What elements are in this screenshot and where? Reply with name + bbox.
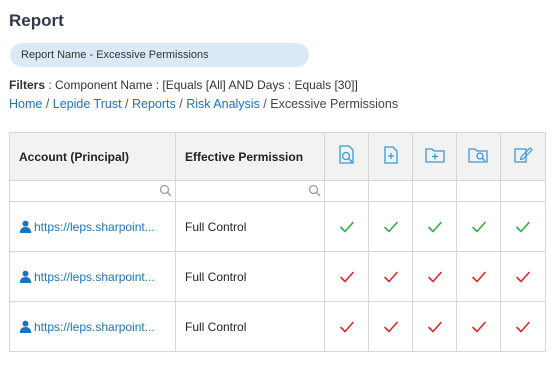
breadcrumb-lepide-trust[interactable]: Lepide Trust [53,97,122,111]
red-checkmark-icon [383,322,398,333]
filters-summary: Filters : Component Name : [Equals [All]… [9,78,358,92]
account-cell[interactable]: https://leps.sharpoint... [9,301,176,352]
red-checkmark-icon [339,272,354,283]
red-checkmark-icon [516,322,530,333]
effective-permission-cell: Full Control [175,201,325,252]
filter-cell [456,180,501,202]
permissions-table: Account (Principal) Effective Permission [9,132,546,352]
breadcrumb-reports[interactable]: Reports [132,97,176,111]
table-row: https://leps.sharpoint... Full Control [9,251,546,302]
add-folder-icon [424,148,445,163]
column-header-account[interactable]: Account (Principal) [9,132,176,181]
breadcrumb-home[interactable]: Home [9,97,42,111]
user-icon [19,320,32,333]
table-header-row: Account (Principal) Effective Permission [9,132,546,181]
column-header-effective-permission[interactable]: Effective Permission [175,132,325,181]
permission-check-cell [412,201,457,252]
page-title: Report [9,11,64,30]
account-link[interactable]: https://leps.sharpoint... [34,320,155,334]
green-checkmark-icon [427,222,442,233]
account-filter-cell[interactable] [9,180,176,202]
report-page: Report Report Name - Excessive Permissio… [0,0,552,380]
filter-cell [324,180,369,202]
filters-text: : Component Name : [Equals [All] AND Day… [45,78,358,92]
permission-check-cell [456,251,501,302]
permission-check-cell [412,251,457,302]
column-header-add-folder[interactable] [412,132,457,181]
filter-cell [412,180,457,202]
account-link[interactable]: https://leps.sharpoint... [34,220,155,234]
column-header-find-folder[interactable] [456,132,501,181]
permission-check-cell [412,301,457,352]
table-row: https://leps.sharpoint... Full Control [9,301,546,352]
permission-check-cell [324,301,369,352]
permission-check-cell [368,301,413,352]
permission-check-cell [456,201,501,252]
permission-check-cell [500,201,546,252]
permission-check-cell [500,301,546,352]
green-checkmark-icon [516,222,530,233]
breadcrumb: Home / Lepide Trust / Reports / Risk Ana… [9,97,399,111]
green-checkmark-icon [471,222,486,233]
view-folder-icon [338,145,354,164]
red-checkmark-icon [471,272,486,283]
user-icon [19,220,32,233]
search-icon[interactable] [308,184,321,197]
find-folder-icon [467,148,488,163]
red-checkmark-icon [339,322,354,333]
column-header-edit-document[interactable] [500,132,546,181]
user-icon [19,270,32,283]
table-filter-row [9,180,546,202]
account-cell[interactable]: https://leps.sharpoint... [9,201,176,252]
filter-cell [500,180,546,202]
account-link[interactable]: https://leps.sharpoint... [34,270,155,284]
breadcrumb-current: Excessive Permissions [270,97,399,111]
add-file-icon [383,146,398,164]
breadcrumb-risk-analysis[interactable]: Risk Analysis [186,97,260,111]
filters-label: Filters [9,78,46,92]
permission-check-cell [500,251,546,302]
red-checkmark-icon [471,322,486,333]
permission-filter-cell[interactable] [175,180,325,202]
green-checkmark-icon [339,222,354,233]
permission-check-cell [324,251,369,302]
account-cell[interactable]: https://leps.sharpoint... [9,251,176,302]
permission-check-cell [368,201,413,252]
table-body: https://leps.sharpoint... Full Control htt… [9,201,546,352]
green-checkmark-icon [383,222,398,233]
edit-document-icon [514,147,533,163]
red-checkmark-icon [427,322,442,333]
effective-permission-cell: Full Control [175,251,325,302]
red-checkmark-icon [427,272,442,283]
effective-permission-cell: Full Control [175,301,325,352]
red-checkmark-icon [383,272,398,283]
permission-check-cell [368,251,413,302]
search-icon[interactable] [159,184,172,197]
filter-cell [368,180,413,202]
red-checkmark-icon [516,272,530,283]
table-row: https://leps.sharpoint... Full Control [9,201,546,252]
column-header-view-folder[interactable] [324,132,369,181]
permission-check-cell [456,301,501,352]
permission-check-cell [324,201,369,252]
column-header-add-file[interactable] [368,132,413,181]
report-name-badge: Report Name - Excessive Permissions [10,43,309,67]
